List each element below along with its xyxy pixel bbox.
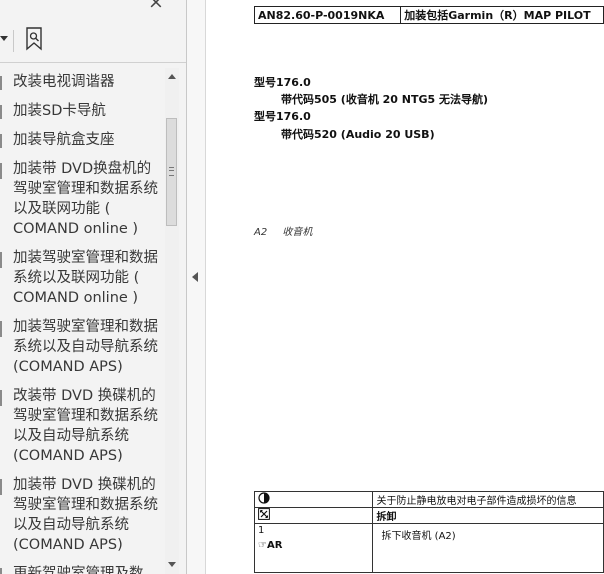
bookmark-item[interactable]: 改装电视调谐器 bbox=[0, 68, 165, 97]
close-icon[interactable]: × bbox=[148, 0, 164, 12]
bookmark-item[interactable]: 改装带 DVD 换碟机的驾驶室管理和数据系统以及自动导航系统 (COMAND A… bbox=[0, 382, 165, 471]
document-code: AN82.60-P-0019NKA bbox=[253, 6, 402, 24]
scroll-down-icon[interactable] bbox=[168, 562, 176, 567]
legend-code: A2 bbox=[254, 227, 268, 238]
step-number: 1 bbox=[258, 525, 265, 536]
bookmarks-panel: × 改装电视调谐器 加装SD卡导航 加装导航盒支座 加装带 DVD换盘机的驾驶室… bbox=[0, 0, 187, 574]
scroll-up-icon[interactable] bbox=[168, 74, 176, 79]
table-cell bbox=[253, 491, 374, 508]
bookmark-item[interactable]: 加装导航盒支座 bbox=[0, 126, 165, 155]
bookmark-search-icon[interactable] bbox=[25, 27, 45, 51]
table-cell: 1 ☞AR bbox=[253, 523, 374, 573]
bookmark-item[interactable]: 加装带 DVD 换碟机的驾驶室管理和数据系统以及自动导航系统 (COMAND A… bbox=[0, 471, 165, 560]
table-cell: 关于防止静电放电对电子部件造成损坏的信息 bbox=[372, 491, 604, 508]
bookmark-list: 改装电视调谐器 加装SD卡导航 加装导航盒支座 加装带 DVD换盘机的驾驶室管理… bbox=[0, 68, 165, 574]
table-cell: 拆卸 bbox=[372, 507, 604, 524]
grip-icon bbox=[169, 167, 174, 176]
bookmark-item[interactable]: 加装驾驶室管理和数据系统以及联网功能 ( COMAND online ) bbox=[0, 244, 165, 313]
model-detail: 带代码520 (Audio 20 USB) bbox=[281, 128, 435, 141]
steps-table: 关于防止静电放电对电子部件造成损坏的信息 拆卸 1 ☞AR 拆下收音机 (A2) bbox=[253, 491, 604, 573]
ar-reference-marker[interactable]: ☞AR bbox=[258, 540, 369, 551]
collapse-panel-icon[interactable] bbox=[192, 272, 198, 282]
document-header-table: AN82.60-P-0019NKA 加装包括Garmin（R）MAP PILOT bbox=[253, 6, 604, 24]
table-row: 拆卸 bbox=[253, 507, 604, 524]
esd-warning-icon bbox=[258, 492, 270, 504]
figure-legend: A2 收音机 bbox=[254, 223, 312, 238]
bookmark-item[interactable]: 加装驾驶室管理和数据系统以及自动导航系统 (COMAND APS) bbox=[0, 313, 165, 382]
bookmark-item[interactable]: 加装带 DVD换盘机的驾驶室管理和数据系统以及联网功能 ( COMAND onl… bbox=[0, 155, 165, 244]
model-label: 型号176.0 bbox=[254, 110, 311, 123]
model-label: 型号176.0 bbox=[254, 76, 311, 89]
legend-text: 收音机 bbox=[282, 227, 313, 238]
table-row: 关于防止静电放电对电子部件造成损坏的信息 bbox=[253, 491, 604, 508]
table-row: 1 ☞AR 拆下收音机 (A2) bbox=[253, 523, 604, 573]
panel-splitter[interactable] bbox=[187, 0, 206, 574]
bookmark-item[interactable]: 加装SD卡导航 bbox=[0, 97, 165, 126]
removal-icon bbox=[258, 508, 270, 520]
model-detail: 带代码505 (收音机 20 NTG5 无法导航) bbox=[281, 93, 489, 106]
scroll-thumb[interactable] bbox=[166, 118, 177, 226]
table-cell: 拆下收音机 (A2) bbox=[372, 523, 604, 573]
dropdown-arrow-icon[interactable] bbox=[0, 36, 8, 41]
bookmark-item[interactable]: 更新驾驶室管理及数 bbox=[0, 560, 165, 574]
toolbar-divider bbox=[13, 30, 14, 52]
bookmark-scrollbar[interactable] bbox=[165, 68, 179, 574]
document-page: AN82.60-P-0019NKA 加装包括Garmin（R）MAP PILOT… bbox=[206, 0, 604, 574]
document-title: 加装包括Garmin（R）MAP PILOT bbox=[400, 6, 604, 24]
table-cell bbox=[253, 507, 374, 524]
bookmarks-toolbar: × bbox=[0, 0, 186, 63]
